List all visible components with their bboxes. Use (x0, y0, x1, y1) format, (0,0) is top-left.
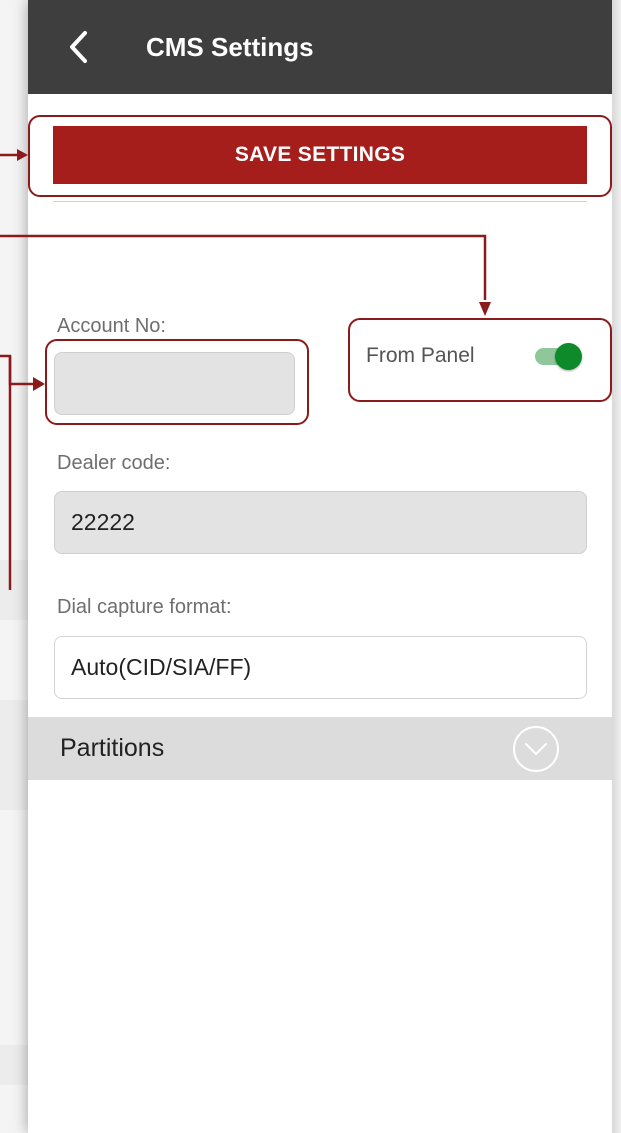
callout-arrows (0, 149, 491, 590)
arrowhead (479, 302, 491, 316)
arrowhead (17, 149, 28, 161)
arrowhead (33, 377, 45, 391)
